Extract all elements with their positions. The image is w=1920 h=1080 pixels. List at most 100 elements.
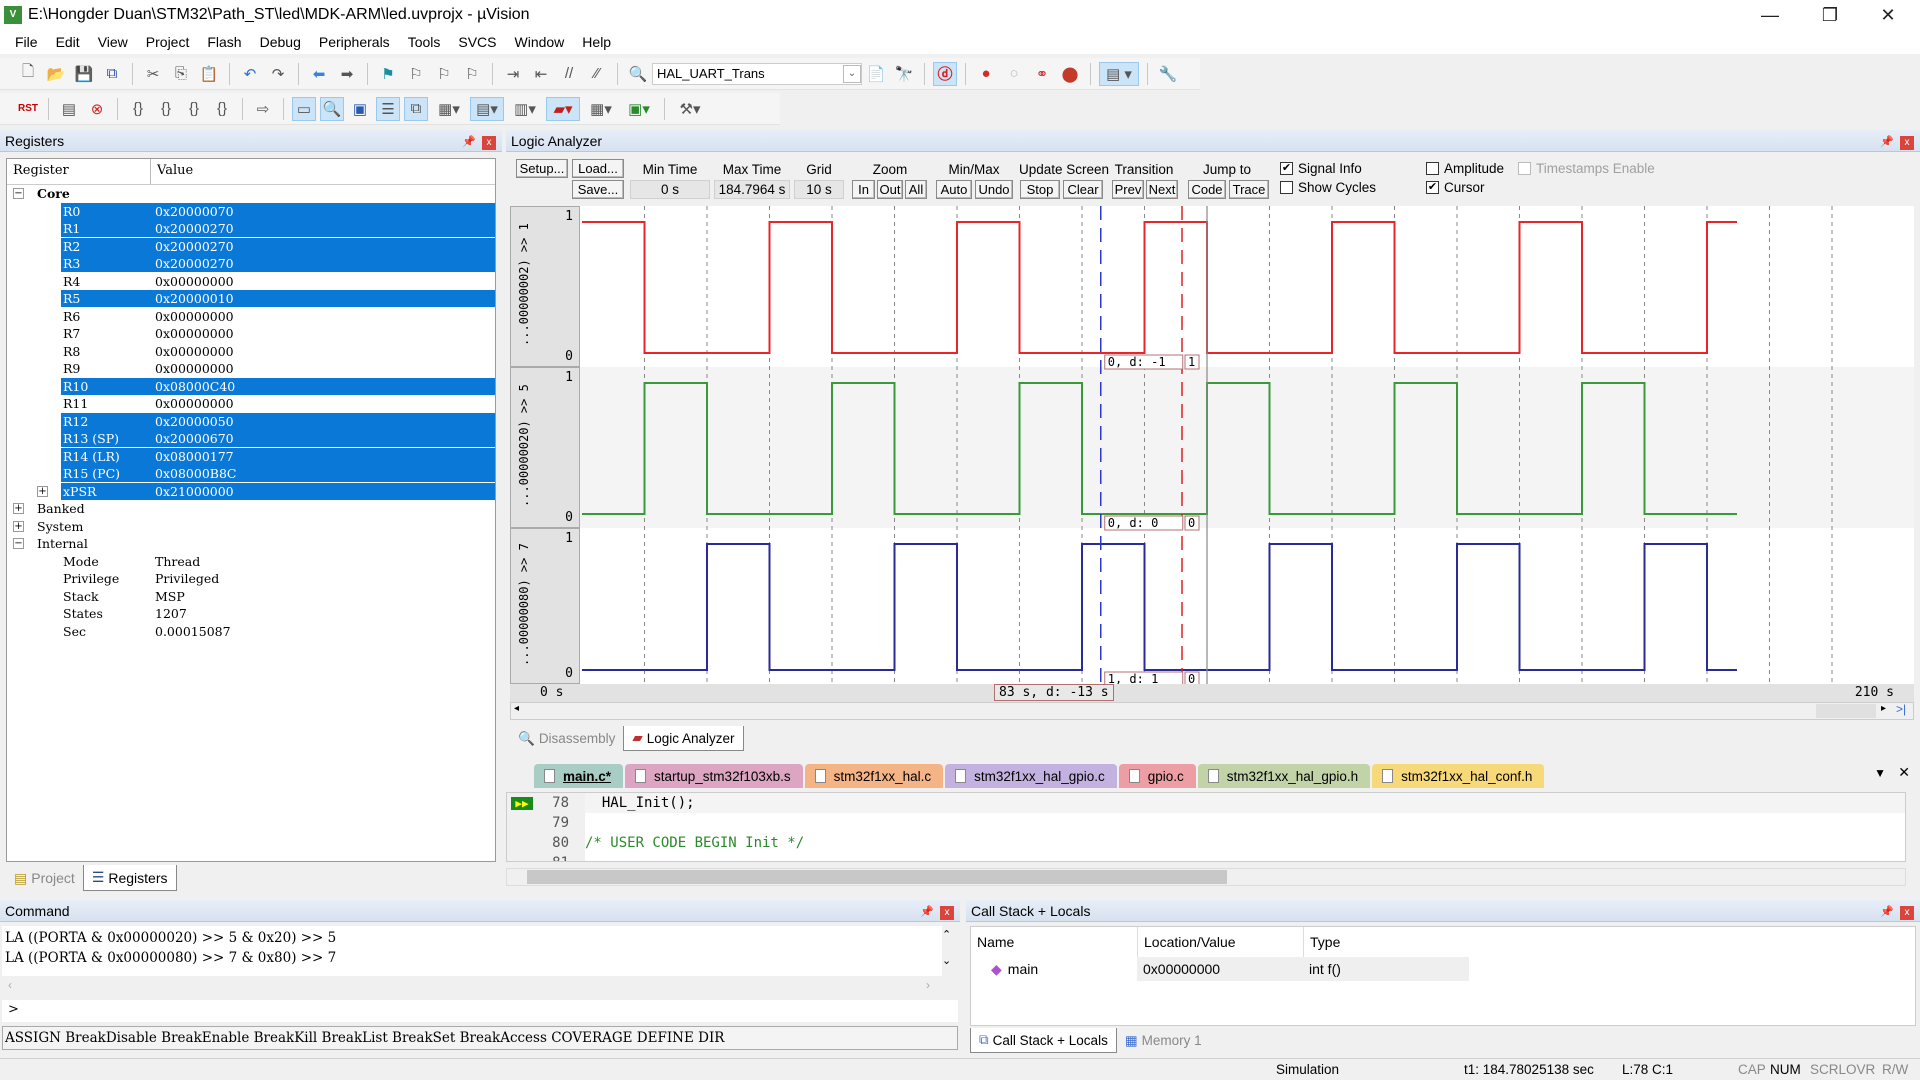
tab-memory-1[interactable]: ▦ Memory 1	[1117, 1028, 1210, 1053]
stop-icon[interactable]: ⊗	[85, 97, 109, 121]
update-clear-button[interactable]: Clear	[1063, 180, 1103, 199]
run-to-cursor-icon[interactable]: {}	[210, 97, 234, 121]
setup-button[interactable]: Setup...	[516, 159, 568, 178]
register-value[interactable]: 0x08000B8C	[155, 466, 236, 481]
tab-list-dropdown-icon[interactable]: ▼	[1874, 766, 1886, 780]
register-group[interactable]: + System	[7, 518, 495, 536]
tab-registers[interactable]: ☰ Registers	[82, 865, 177, 891]
menu-window[interactable]: Window	[506, 34, 574, 50]
code-line[interactable]: 81	[507, 853, 1905, 861]
find-in-files-icon[interactable]: 🔍	[626, 62, 650, 86]
insert-breakpoint-icon[interactable]: ●	[974, 62, 998, 86]
show-next-statement-icon[interactable]: ⇨	[251, 97, 275, 121]
register-row[interactable]: R1 0x20000270	[7, 220, 495, 238]
pin-icon[interactable]: 📌	[1880, 136, 1894, 148]
menu-edit[interactable]: Edit	[47, 34, 89, 50]
tab-logic-analyzer[interactable]: ▰ Logic Analyzer	[623, 726, 744, 751]
symbols-window-icon[interactable]: ▣	[348, 97, 372, 121]
command-input[interactable]: >	[2, 1000, 958, 1022]
register-row[interactable]: States 1207	[7, 605, 495, 623]
checkbox-unchecked[interactable]	[1426, 162, 1439, 175]
scroll-right-icon[interactable]: ▸	[1881, 703, 1886, 714]
column-header-type[interactable]: Type	[1303, 927, 1469, 957]
pin-icon[interactable]: 📌	[1880, 906, 1894, 918]
register-row[interactable]: + xPSR 0x21000000	[7, 482, 495, 501]
close-icon[interactable]: x	[1900, 905, 1914, 920]
scroll-to-end-icon[interactable]: >|	[1896, 702, 1906, 716]
register-row[interactable]: R6 0x00000000	[7, 308, 495, 326]
debug-session-icon[interactable]: ⓓ	[933, 61, 957, 86]
register-row[interactable]: R9 0x00000000	[7, 360, 495, 378]
register-value[interactable]: 0x00000000	[155, 309, 234, 324]
next-bookmark-icon[interactable]: ⚐	[432, 62, 456, 86]
pin-icon[interactable]: 📌	[920, 906, 934, 918]
menu-view[interactable]: View	[89, 34, 137, 50]
minmax-auto-button[interactable]: Auto	[936, 180, 972, 199]
indent-icon[interactable]: ⇥	[501, 62, 525, 86]
close-editor-icon[interactable]: ✕	[1898, 764, 1910, 781]
step-over-icon[interactable]: {}	[154, 97, 178, 121]
menu-project[interactable]: Project	[137, 34, 199, 50]
tab-project[interactable]: ▤ Project	[6, 865, 83, 891]
register-row[interactable]: Privilege Privileged	[7, 570, 495, 588]
scrollbar-thumb[interactable]	[1816, 704, 1876, 718]
command-window-icon[interactable]: ▭	[292, 96, 316, 121]
step-into-icon[interactable]: {}	[126, 97, 150, 121]
bookmark-icon[interactable]: ⚑	[376, 62, 400, 86]
expand-icon[interactable]: +	[13, 503, 24, 515]
load-button[interactable]: Load...	[572, 159, 624, 178]
code-line[interactable]: 79	[507, 813, 1905, 833]
jump-trace-button[interactable]: Trace	[1229, 180, 1269, 199]
reset-icon[interactable]: RST	[16, 97, 40, 121]
update-stop-button[interactable]: Stop	[1020, 180, 1060, 199]
unindent-icon[interactable]: ⇤	[529, 62, 553, 86]
register-value[interactable]: 0x20000050	[155, 414, 234, 429]
code-line[interactable]: 80/* USER CODE BEGIN Init */	[507, 833, 1905, 853]
editor-tab[interactable]: stm32f1xx_hal_conf.h	[1372, 764, 1545, 788]
save-icon[interactable]: 💾	[72, 62, 96, 86]
menu-svcs[interactable]: SVCS	[449, 34, 505, 50]
register-row[interactable]: R5 0x20000010	[7, 290, 495, 308]
close-icon[interactable]: x	[482, 135, 496, 150]
new-file-icon[interactable]: 🗋	[16, 62, 40, 86]
uncomment-icon[interactable]: ⁄⁄	[585, 62, 609, 86]
register-row[interactable]: Stack MSP	[7, 588, 495, 606]
register-row[interactable]: R15 (PC) 0x08000B8C	[7, 465, 495, 483]
prev-bookmark-icon[interactable]: ⚐	[404, 62, 428, 86]
menu-help[interactable]: Help	[573, 34, 620, 50]
jump-code-button[interactable]: Code	[1188, 180, 1226, 199]
column-header-location[interactable]: Location/Value	[1137, 927, 1303, 957]
code-editor[interactable]: 78 ▶▶ HAL_Init(); 79 80/* USER CODE BEGIN I…	[506, 792, 1906, 862]
restore-button[interactable]: ❐	[1802, 0, 1858, 30]
run-icon[interactable]: ▤	[57, 97, 81, 121]
scrollbar-thumb[interactable]	[527, 870, 1227, 884]
collapse-icon[interactable]: −	[13, 538, 24, 550]
register-value[interactable]: 0x20000010	[155, 291, 234, 306]
registers-tree[interactable]: Register Value − Core R0 0x20000070 R1 0x2000…	[6, 158, 496, 862]
register-value[interactable]: 0x20000670	[155, 431, 234, 446]
call-stack-row[interactable]: ◆ main 0x00000000 int f()	[971, 957, 1915, 981]
register-row[interactable]: R7 0x00000000	[7, 325, 495, 343]
expand-icon[interactable]: +	[37, 485, 48, 497]
menu-tools[interactable]: Tools	[399, 34, 450, 50]
editor-tab[interactable]: startup_stm32f103xb.s	[625, 764, 803, 788]
register-group[interactable]: − Internal	[7, 535, 495, 553]
tab-disassembly[interactable]: 🔍 Disassembly	[510, 726, 623, 751]
command-output[interactable]: LA ((PORTA & 0x00000020) >> 5 & 0x20) >>…	[2, 926, 942, 976]
collapse-icon[interactable]: −	[13, 188, 24, 200]
waveform-plot[interactable]: 0, d: -1 1 0, d: 0 0 1, d: 1 0	[580, 206, 1914, 684]
register-value[interactable]: 0x20000270	[155, 221, 234, 236]
memory-windows-icon[interactable]: ▤▾	[470, 96, 504, 121]
register-row[interactable]: R0 0x20000070	[7, 202, 495, 221]
minmax-undo-button[interactable]: Undo	[975, 180, 1013, 199]
analysis-windows-icon[interactable]: ▰▾	[546, 96, 580, 121]
cut-icon[interactable]: ✂	[141, 62, 165, 86]
register-value[interactable]: 0x00000000	[155, 274, 234, 289]
checkbox-unchecked[interactable]	[1280, 181, 1293, 194]
register-value[interactable]: 0x20000270	[155, 239, 234, 254]
transition-prev-button[interactable]: Prev	[1112, 180, 1144, 199]
signal-info-checkbox[interactable]: ✔ Signal Info	[1280, 161, 1362, 176]
checkbox-checked[interactable]: ✔	[1280, 162, 1293, 175]
register-row[interactable]: R11 0x00000000	[7, 395, 495, 413]
cursor-checkbox[interactable]: ✔ Cursor	[1426, 180, 1485, 195]
